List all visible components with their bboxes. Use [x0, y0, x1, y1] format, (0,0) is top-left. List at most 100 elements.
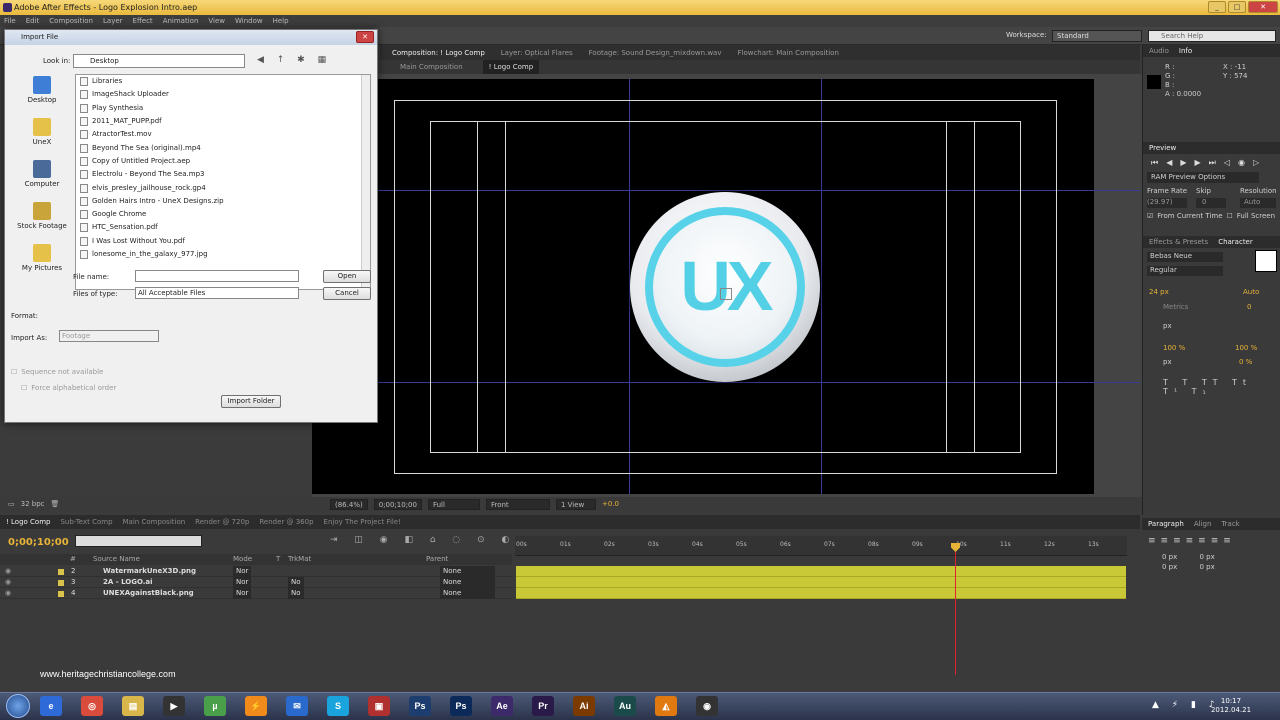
- timeline-switches[interactable]: ⇥ ◫ ◉ ◧ ⌂ ◌ ⊙ ◐ ▣: [330, 535, 542, 545]
- taskbar-app-icon[interactable]: ▣: [368, 696, 390, 716]
- cancel-button[interactable]: Cancel: [323, 287, 371, 300]
- menu-window[interactable]: Window: [235, 15, 263, 27]
- system-clock[interactable]: 10:17 2012.04.21: [1205, 697, 1257, 715]
- exposure-value[interactable]: +0.0: [602, 500, 619, 508]
- look-in-select[interactable]: Desktop: [73, 54, 245, 68]
- dialog-nav-icons[interactable]: ◀ ↑ ✱ ▦: [257, 55, 331, 65]
- playback-controls[interactable]: ⏮◀▶▶⏭◁◉▷: [1151, 158, 1267, 168]
- eye-icon[interactable]: ◉: [5, 588, 11, 599]
- indent-left[interactable]: 0 px: [1162, 553, 1177, 561]
- place-stock-footage[interactable]: Stock Footage: [11, 202, 73, 242]
- layer-duration-bar[interactable]: [516, 577, 1126, 588]
- style-select[interactable]: Regular: [1147, 266, 1223, 276]
- list-item[interactable]: lonesome_in_the_galaxy_977.jpg: [76, 248, 370, 261]
- faux-style-buttons[interactable]: T T TT Tt T¹ T₁: [1163, 378, 1280, 396]
- current-time-indicator[interactable]: [955, 545, 956, 675]
- leading-value[interactable]: Auto: [1243, 288, 1259, 296]
- tab-logo-comp[interactable]: ! Logo Comp: [6, 515, 50, 529]
- view-select[interactable]: Front: [485, 498, 550, 510]
- views-select[interactable]: 1 View: [555, 498, 596, 510]
- stroke-width[interactable]: px: [1163, 322, 1172, 330]
- open-button[interactable]: Open: [323, 270, 371, 283]
- fill-color-swatch[interactable]: [1255, 250, 1277, 272]
- tab-align[interactable]: Align: [1194, 518, 1212, 530]
- layer-name[interactable]: 2A - LOGO.ai: [103, 577, 153, 588]
- layer-mode[interactable]: Nor: [233, 577, 252, 588]
- layer-duration-bar[interactable]: [516, 588, 1126, 599]
- timeline-search-input[interactable]: [75, 535, 202, 547]
- from-current-checkbox[interactable]: ☑: [1147, 212, 1153, 220]
- zoom-select[interactable]: (86.4%): [330, 498, 368, 510]
- taskbar-app-icon[interactable]: ⚡: [245, 696, 267, 716]
- taskbar-app-icon[interactable]: ✉: [286, 696, 308, 716]
- menu-animation[interactable]: Animation: [163, 15, 199, 27]
- col-source-name[interactable]: Source Name: [93, 554, 140, 565]
- taskbar-app-icon[interactable]: Ae: [491, 696, 513, 716]
- taskbar-app-icon[interactable]: Ps: [409, 696, 431, 716]
- horizontal-scale[interactable]: 100 %: [1235, 344, 1257, 352]
- resolution-select[interactable]: Full: [427, 498, 480, 510]
- layer-name[interactable]: WatermarkUneX3D.png: [103, 566, 196, 577]
- label-color[interactable]: [58, 591, 64, 597]
- breadcrumb-logo-comp[interactable]: ! Logo Comp: [482, 60, 540, 74]
- layer-row[interactable]: ◉ 2 WatermarkUneX3D.png Nor None: [0, 566, 512, 577]
- tab-tracker[interactable]: Track: [1221, 518, 1239, 530]
- tab-render-360p[interactable]: Render @ 360p: [259, 515, 313, 529]
- frame-rate-select[interactable]: (29.97): [1147, 198, 1187, 208]
- layer-row[interactable]: ◉ 3 2A - LOGO.ai Nor No None: [0, 577, 512, 588]
- menu-help[interactable]: Help: [273, 15, 289, 27]
- layer-duration-bar[interactable]: [516, 566, 1126, 577]
- place-desktop[interactable]: Desktop: [11, 76, 73, 116]
- list-item[interactable]: Play Synthesia: [76, 102, 370, 115]
- skip-select[interactable]: 0: [1196, 198, 1226, 208]
- maximize-button[interactable]: □: [1228, 1, 1246, 13]
- close-button[interactable]: ✕: [1248, 1, 1278, 13]
- tab-character[interactable]: Character: [1218, 236, 1253, 248]
- tab-audio[interactable]: Audio: [1149, 45, 1169, 57]
- taskbar-app-icon[interactable]: e: [40, 696, 62, 716]
- start-button[interactable]: [6, 694, 30, 718]
- tracking-value[interactable]: 0: [1247, 303, 1251, 311]
- import-folder-button[interactable]: Import Folder: [221, 395, 281, 408]
- sequence-checkbox[interactable]: ☐: [11, 368, 17, 376]
- layer-parent[interactable]: None: [440, 588, 495, 599]
- taskbar-app-icon[interactable]: ◎: [81, 696, 103, 716]
- tsume-value[interactable]: 0 %: [1239, 358, 1252, 366]
- space-before[interactable]: 0 px: [1162, 563, 1177, 571]
- menu-file[interactable]: File: [4, 15, 16, 27]
- list-item[interactable]: AtractorTest.mov: [76, 128, 370, 141]
- list-item[interactable]: Beyond The Sea (original).mp4: [76, 141, 370, 154]
- list-item[interactable]: elvis_presley_jailhouse_rock.gp4: [76, 181, 370, 194]
- minimize-button[interactable]: _: [1208, 1, 1226, 13]
- files-of-type-select[interactable]: All Acceptable Files: [135, 287, 299, 299]
- baseline-shift[interactable]: px: [1163, 358, 1172, 366]
- menu-edit[interactable]: Edit: [26, 15, 40, 27]
- tab-main-composition[interactable]: Main Composition: [123, 515, 186, 529]
- taskbar-app-icon[interactable]: ▤: [122, 696, 144, 716]
- menu-effect[interactable]: Effect: [133, 15, 153, 27]
- vertical-scale[interactable]: 100 %: [1163, 344, 1185, 352]
- taskbar-app-icon[interactable]: Ps: [450, 696, 472, 716]
- alignment-buttons[interactable]: ≡≡≡≡≡≡≡: [1142, 530, 1280, 552]
- dialog-close-button[interactable]: ✕: [356, 31, 374, 43]
- file-name-field[interactable]: [135, 270, 299, 282]
- tab-footage[interactable]: Footage: Sound Design_mixdown.wav: [585, 49, 728, 57]
- list-item[interactable]: Golden Hairs Intro - UneX Designs.zip: [76, 195, 370, 208]
- list-item[interactable]: I Was Lost Without You.pdf: [76, 235, 370, 248]
- full-screen-checkbox[interactable]: ☐: [1227, 212, 1233, 220]
- label-color[interactable]: [58, 580, 64, 586]
- kerning-value[interactable]: Metrics: [1163, 303, 1188, 311]
- trash-icon[interactable]: 🗑: [51, 500, 60, 508]
- taskbar-app-icon[interactable]: Ai: [573, 696, 595, 716]
- label-color[interactable]: [58, 569, 64, 575]
- indent-right[interactable]: 0 px: [1200, 553, 1215, 561]
- import-as-select[interactable]: Footage: [59, 330, 159, 342]
- taskbar-app-icon[interactable]: ◉: [696, 696, 718, 716]
- current-time[interactable]: 0;00;10;00: [373, 498, 422, 510]
- tab-effects-presets[interactable]: Effects & Presets: [1149, 236, 1208, 248]
- taskbar-app-icon[interactable]: Au: [614, 696, 636, 716]
- res-select[interactable]: Auto: [1240, 198, 1276, 208]
- menu-layer[interactable]: Layer: [103, 15, 123, 27]
- alphabetical-checkbox[interactable]: ☐: [21, 384, 27, 392]
- tab-paragraph[interactable]: Paragraph: [1148, 518, 1184, 530]
